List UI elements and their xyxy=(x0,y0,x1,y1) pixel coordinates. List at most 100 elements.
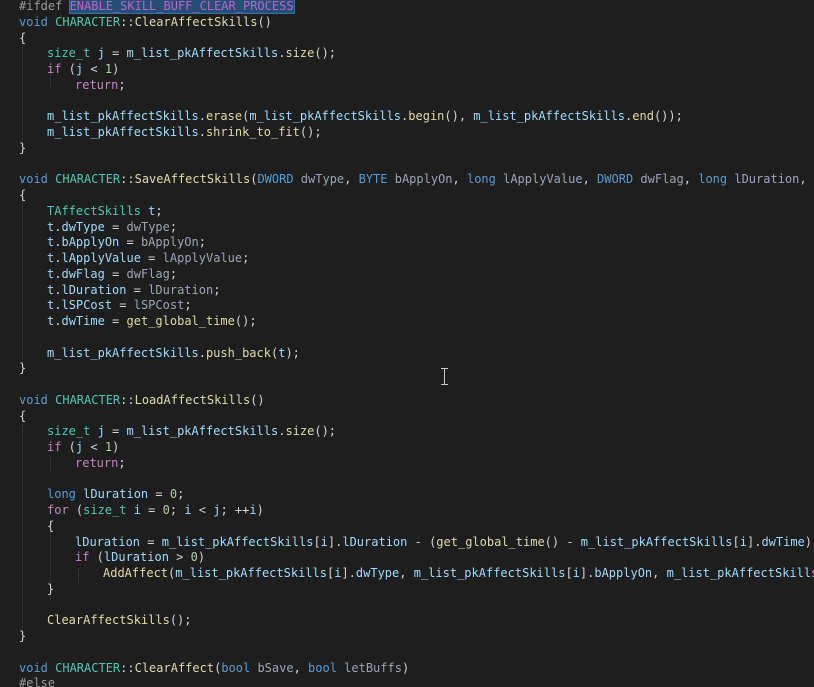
code-token: , xyxy=(582,172,598,187)
code-line[interactable]: if (j < 1) xyxy=(47,61,119,77)
code-token: i xyxy=(184,503,192,517)
code-line[interactable]: } xyxy=(19,360,26,376)
code-line[interactable]: t.lDuration = lDuration; xyxy=(47,282,220,298)
code-token: lApplyValue xyxy=(162,251,243,265)
code-token: ( xyxy=(61,62,76,76)
code-token: ) xyxy=(256,503,264,517)
code-token: BYTE xyxy=(358,172,395,187)
code-token: < xyxy=(191,503,214,517)
code-token: get_global_time xyxy=(126,314,235,328)
code-line[interactable]: t.dwTime = get_global_time(); xyxy=(47,313,257,329)
code-token: = xyxy=(104,46,127,61)
code-token: i xyxy=(320,534,328,549)
code-token: ; xyxy=(198,235,206,250)
code-line[interactable]: void CHARACTER::SaveAffectSkills(DWORD d… xyxy=(19,171,814,187)
code-line[interactable]: t.dwFlag = dwFlag; xyxy=(47,266,177,282)
code-line[interactable]: return; xyxy=(75,455,126,471)
code-token: 0 xyxy=(162,503,170,517)
code-token: ); xyxy=(285,345,300,360)
code-token: m_list_pkAffectSkills xyxy=(126,46,279,61)
code-token: () xyxy=(250,392,265,407)
code-token: ; xyxy=(118,77,126,92)
code-line[interactable]: return; xyxy=(75,77,126,93)
code-token: j xyxy=(97,46,105,61)
code-token: DWORD xyxy=(257,172,301,187)
code-token: (); xyxy=(299,125,322,139)
code-token: :: xyxy=(120,14,135,29)
code-token: void xyxy=(19,172,56,187)
code-line[interactable]: { xyxy=(19,30,26,46)
code-token: :: xyxy=(120,172,135,187)
code-line[interactable]: for (size_t i = 0; i < j; ++i) xyxy=(47,502,264,518)
code-line[interactable]: long lDuration = 0; xyxy=(47,486,184,502)
code-line[interactable]: m_list_pkAffectSkills.shrink_to_fit(); xyxy=(47,124,322,140)
code-line[interactable]: size_t j = m_list_pkAffectSkills.size(); xyxy=(47,423,336,439)
code-token: . xyxy=(198,125,206,139)
code-token: ; xyxy=(118,455,126,470)
code-token: ClearAffect xyxy=(134,660,215,675)
code-line[interactable]: if (lDuration > 0) xyxy=(75,549,205,565)
code-token: lSPCost xyxy=(61,298,113,313)
code-token: i xyxy=(249,503,257,517)
code-token: ]. xyxy=(341,566,356,580)
code-token: , xyxy=(399,566,414,580)
code-editor[interactable]: #ifdef ENABLE_SKILL_BUFF_CLEAR_PROCESS vo… xyxy=(0,0,814,687)
code-line[interactable]: lDuration = m_list_pkAffectSkills[i].lDu… xyxy=(75,534,814,550)
code-token: ; xyxy=(169,503,185,517)
code-line[interactable]: } xyxy=(47,581,54,597)
code-token: ClearAffectSkills xyxy=(47,613,170,628)
code-line[interactable]: TAffectSkills t; xyxy=(47,203,163,219)
code-token: long xyxy=(47,487,84,502)
code-line[interactable]: if (j < 1) xyxy=(47,439,119,455)
code-line[interactable]: ClearAffectSkills(); xyxy=(47,612,192,628)
code-token: dwType xyxy=(126,219,170,234)
code-token: #ifdef xyxy=(19,0,70,13)
code-token: bApplyOn xyxy=(594,566,653,580)
code-token: { xyxy=(19,30,27,45)
code-token: erase xyxy=(205,109,243,124)
code-line[interactable]: size_t j = m_list_pkAffectSkills.size(); xyxy=(47,45,336,61)
code-line[interactable]: m_list_pkAffectSkills.push_back(t); xyxy=(47,345,300,361)
code-line[interactable]: { xyxy=(19,408,26,424)
code-token: size_t xyxy=(47,46,98,61)
code-token: = xyxy=(140,534,162,549)
code-line[interactable]: } xyxy=(19,628,26,644)
code-token: for xyxy=(47,503,69,517)
code-token: = xyxy=(126,282,149,297)
code-token: dwTime xyxy=(61,314,105,328)
code-token: lDuration xyxy=(148,282,214,297)
code-token: m_list_pkAffectSkills xyxy=(580,534,733,549)
code-token: > xyxy=(168,550,191,565)
code-token: (), xyxy=(444,109,474,124)
code-token: begin xyxy=(408,109,445,124)
code-line[interactable]: void CHARACTER::ClearAffect(bool bSave, … xyxy=(19,660,409,676)
code-line[interactable]: #ifdef ENABLE_SKILL_BUFF_CLEAR_PROCESS xyxy=(19,0,295,14)
code-token: [ xyxy=(565,566,573,580)
code-line[interactable]: t.lSPCost = lSPCost; xyxy=(47,297,192,313)
code-line[interactable]: #else xyxy=(19,675,55,687)
code-line[interactable]: AddAffect(m_list_pkAffectSkills[i].dwTyp… xyxy=(103,565,814,581)
code-token: lApplyValue xyxy=(61,251,141,265)
code-line[interactable]: void CHARACTER::LoadAffectSkills() xyxy=(19,392,265,408)
code-token: CHARACTER xyxy=(55,392,121,407)
code-token: [ xyxy=(313,534,321,549)
code-token: < xyxy=(83,440,105,454)
code-line[interactable]: { xyxy=(19,187,26,203)
code-token: m_list_pkAffectSkills xyxy=(175,566,327,580)
code-line[interactable]: m_list_pkAffectSkills.erase(m_list_pkAff… xyxy=(47,108,683,124)
code-token: ) xyxy=(112,440,120,454)
code-line[interactable]: { xyxy=(47,518,54,534)
code-line[interactable]: t.dwType = dwType; xyxy=(47,219,177,235)
code-token: return xyxy=(75,455,119,470)
code-token: m_list_pkAffectSkills xyxy=(126,424,279,439)
code-line[interactable]: } xyxy=(19,140,26,156)
code-line[interactable]: t.bApplyOn = bApplyOn; xyxy=(47,234,206,250)
code-token: } xyxy=(19,361,27,376)
code-token: CHARACTER xyxy=(55,14,121,29)
code-token: dwFlag xyxy=(61,266,105,281)
code-token: = xyxy=(104,219,127,234)
code-line[interactable]: t.lApplyValue = lApplyValue; xyxy=(47,250,249,266)
code-token: m_list_pkAffectSkills xyxy=(161,534,314,549)
code-line[interactable]: void CHARACTER::ClearAffectSkills() xyxy=(19,14,272,30)
code-token: dwFlag xyxy=(126,266,170,281)
